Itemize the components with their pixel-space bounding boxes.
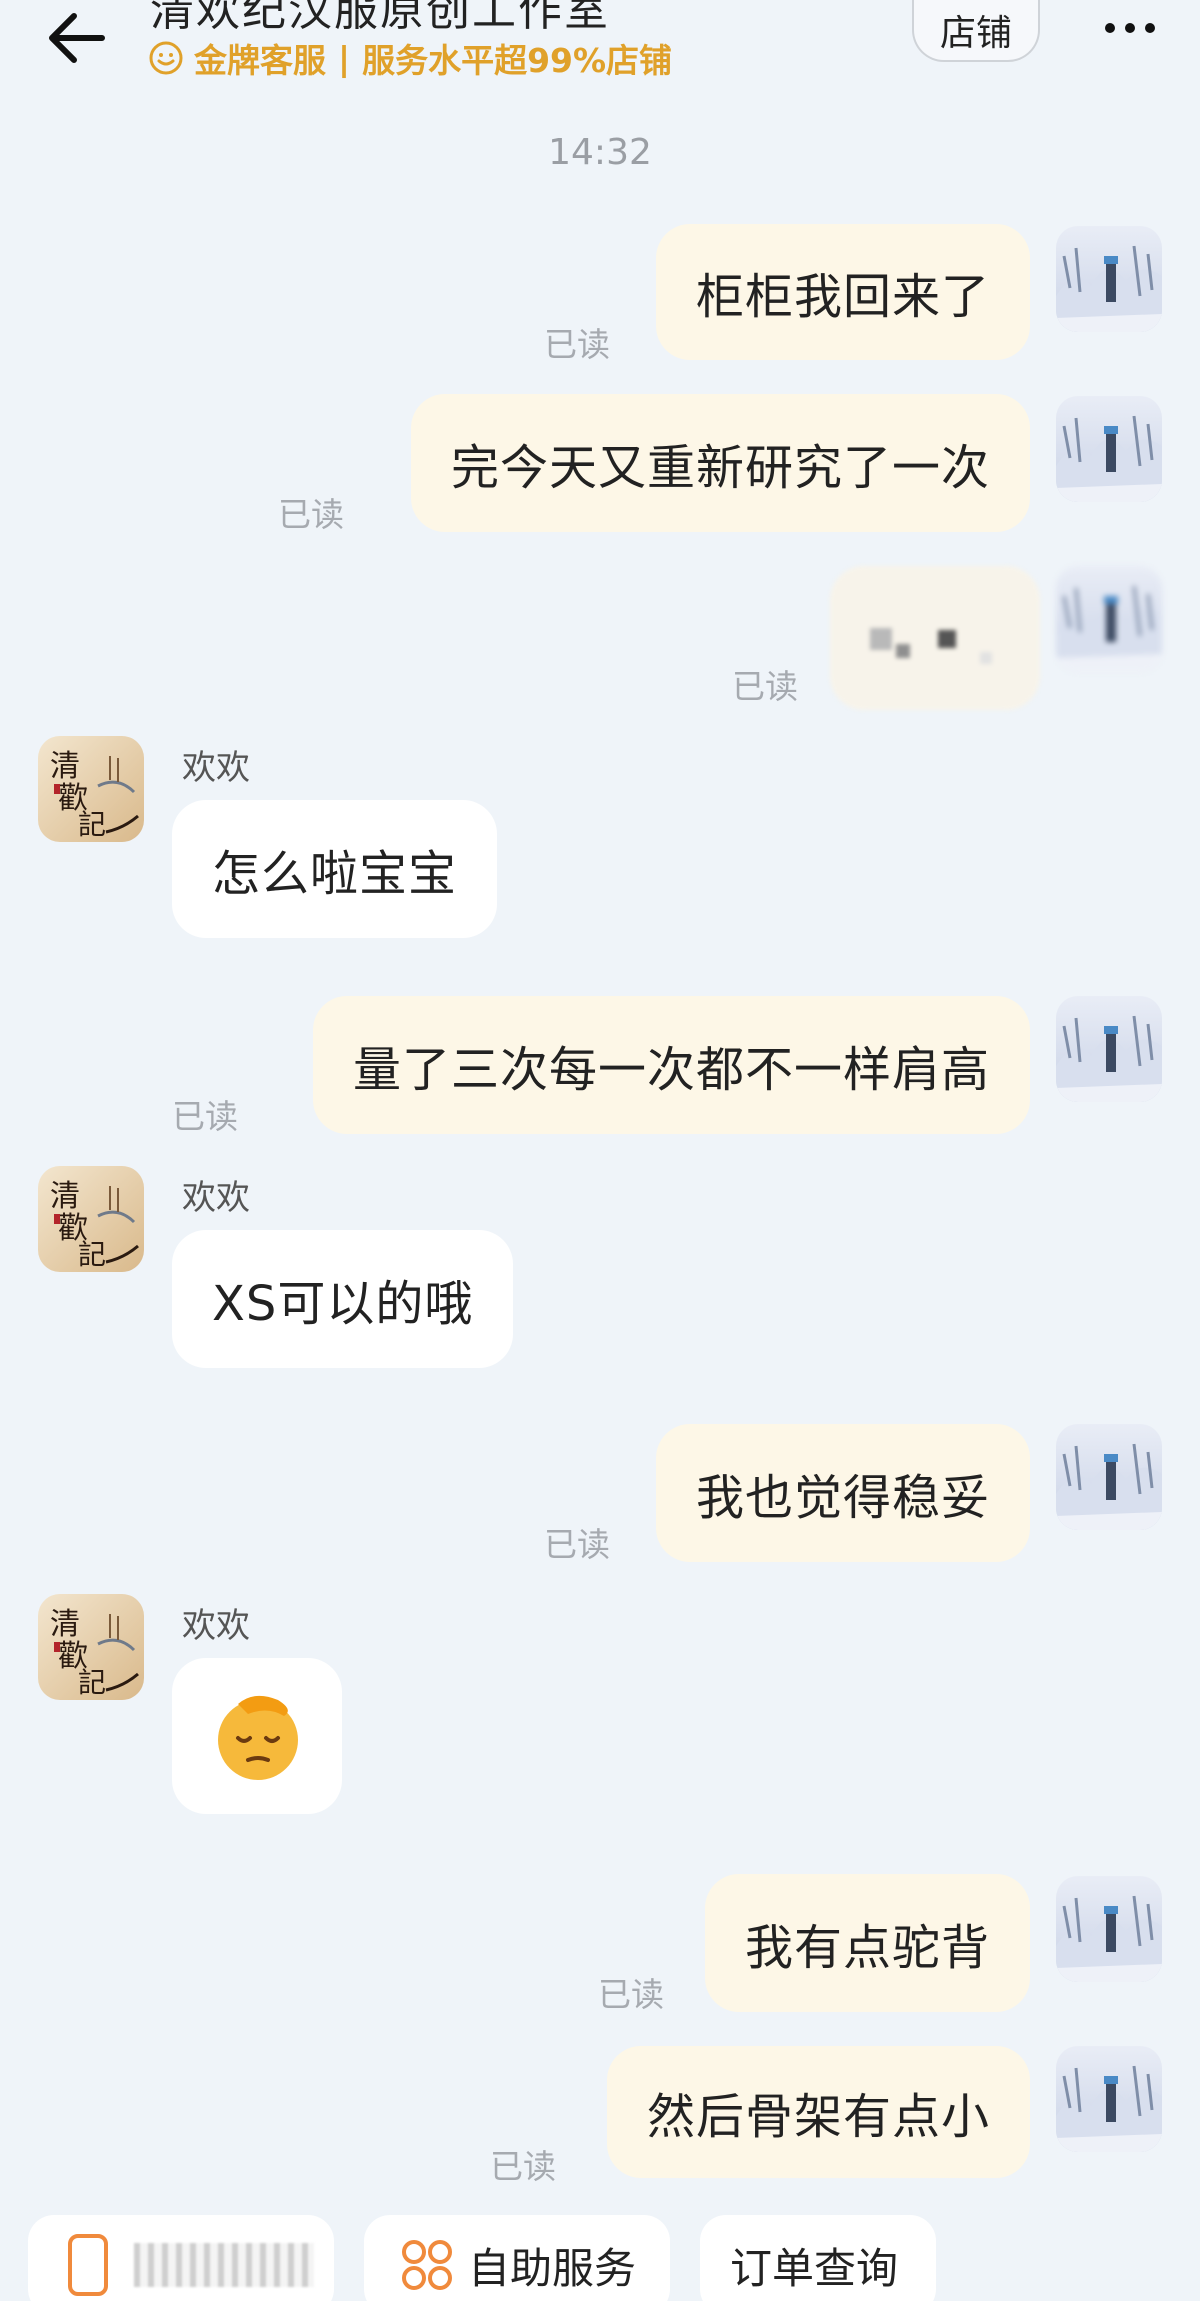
read-status: 已读 <box>598 1975 664 2014</box>
read-status: 已读 <box>732 667 798 706</box>
order-query-label: 订单查询 <box>730 2243 899 2293</box>
order-query-button[interactable]: 订单查询 <box>700 2215 936 2301</box>
agent-avatar[interactable] <box>38 1594 144 1700</box>
message-bubble-outgoing[interactable]: 完今天又重新研究了一次 <box>410 394 1030 532</box>
message-bubble-incoming[interactable]: XS可以的哦 <box>172 1230 514 1368</box>
sender-name: 欢欢 <box>182 748 250 788</box>
read-status: 已读 <box>544 1525 610 1564</box>
self-service-label: 自助服务 <box>468 2243 637 2293</box>
message-bubble-outgoing[interactable]: 我也觉得稳妥 <box>655 1424 1030 1562</box>
blurred-image-message[interactable] <box>830 566 1040 710</box>
pensive-emoji-icon <box>218 1695 298 1780</box>
agent-avatar[interactable] <box>38 736 144 842</box>
message-bubble-incoming[interactable] <box>172 1658 342 1814</box>
read-status: 已读 <box>490 2147 556 2186</box>
message-bubble-outgoing[interactable]: 柜柜我回来了 <box>655 224 1030 360</box>
blurred-icon <box>68 2234 108 2296</box>
message-bubble-outgoing[interactable]: 我有点驼背 <box>704 1874 1030 2012</box>
quick-action-blurred[interactable] <box>28 2215 334 2301</box>
smile-badge-icon <box>149 41 183 75</box>
read-status: 已读 <box>544 325 610 364</box>
my-avatar[interactable] <box>1056 1424 1162 1530</box>
shop-service-line: 金牌客服 | 服务水平超99%店铺 <box>148 36 672 80</box>
service-level-text: 服务水平超99%店铺 <box>362 41 673 80</box>
read-status: 已读 <box>278 495 344 534</box>
my-avatar[interactable] <box>1056 996 1162 1102</box>
more-dots-icon <box>1105 23 1155 33</box>
my-avatar[interactable] <box>1056 1876 1162 1982</box>
back-arrow-icon <box>49 13 105 63</box>
shop-title: 清欢纪汉服原创工作室 <box>150 0 610 36</box>
read-status: 已读 <box>172 1097 238 1136</box>
message-bubble-outgoing[interactable]: 量了三次每一次都不一样肩高 <box>312 996 1030 1134</box>
sender-name: 欢欢 <box>182 1606 250 1646</box>
back-button[interactable] <box>44 8 114 68</box>
more-button[interactable] <box>1100 8 1160 48</box>
my-avatar[interactable] <box>1056 566 1162 672</box>
blurred-label <box>134 2243 314 2287</box>
chat-timestamp: 14:32 <box>548 132 652 173</box>
store-button[interactable]: 店铺 <box>912 0 1040 62</box>
self-service-button[interactable]: 自助服务 <box>364 2215 670 2301</box>
my-avatar[interactable] <box>1056 226 1162 332</box>
badge-label: 金牌客服 <box>194 41 326 80</box>
sender-name: 欢欢 <box>182 1178 250 1218</box>
my-avatar[interactable] <box>1056 396 1162 502</box>
my-avatar[interactable] <box>1056 2046 1162 2152</box>
agent-avatar[interactable] <box>38 1166 144 1272</box>
separator: | <box>338 38 351 78</box>
grid-circles-icon <box>402 2240 452 2290</box>
message-bubble-incoming[interactable]: 怎么啦宝宝 <box>172 800 498 938</box>
message-bubble-outgoing[interactable]: 然后骨架有点小 <box>606 2046 1030 2178</box>
chat-header: 清欢纪汉服原创工作室 金牌客服 | 服务水平超99%店铺 店铺 <box>0 0 1200 100</box>
